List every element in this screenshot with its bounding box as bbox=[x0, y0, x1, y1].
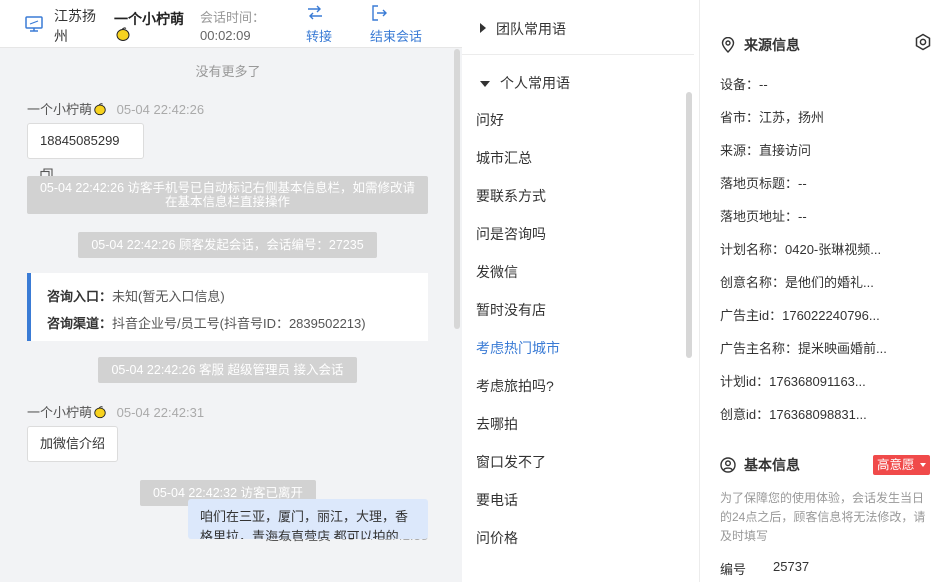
id-value: 25737 bbox=[773, 559, 810, 574]
phrase-item[interactable]: 暂时没有店 bbox=[476, 300, 546, 320]
customer-message: 18845085299 bbox=[27, 123, 144, 181]
end-session-button[interactable]: 结束会话 bbox=[370, 4, 422, 45]
user-circle-icon bbox=[720, 457, 736, 473]
session-time: 00:02:09 bbox=[200, 28, 251, 43]
caret-down-icon bbox=[920, 463, 926, 467]
message-sender: 一个小柠萌 05-04 22:42:31 bbox=[27, 402, 204, 421]
chat-panel: 江苏扬州 一个小柠萌 会话时间： 00:02:09 转接 结束会话 没有更多了 bbox=[0, 0, 462, 582]
lemon-icon bbox=[94, 103, 106, 116]
transfer-icon bbox=[308, 5, 322, 20]
message-text: 咱们在三亚，厦门，丽江，大理，香格里拉，青海有直营店,都可以拍的 bbox=[200, 509, 409, 539]
agent-message: 咱们在三亚，厦门，丽江，大理，香格里拉，青海有直营店,都可以拍的 bbox=[188, 499, 428, 539]
settings-icon[interactable] bbox=[914, 33, 932, 51]
group-label: 个人常用语 bbox=[500, 75, 570, 91]
lemon-icon bbox=[94, 406, 106, 419]
phrase-item[interactable]: 问价格 bbox=[476, 528, 518, 548]
lemon-icon bbox=[116, 27, 130, 41]
info-row: 落地页地址：-- bbox=[720, 209, 807, 224]
consult-info-card: 咨询入口：未知(暂无入口信息) 咨询渠道：抖音企业号/员工号(抖音号ID：283… bbox=[27, 273, 428, 341]
section-title-text: 来源信息 bbox=[744, 37, 800, 53]
info-row: 计划名称：0420-张琳视频... bbox=[720, 242, 882, 257]
customer-info-panel: 来源信息 设备：-- 省市：江苏，扬州 来源：直接访问 落地页标题：-- 落地页地址：-… bbox=[700, 0, 938, 582]
chat-messages[interactable]: 没有更多了 一个小柠萌 05-04 22:42:26 18845085299 0… bbox=[0, 49, 462, 582]
session-time-label: 会话时间： bbox=[200, 10, 266, 25]
phrase-item[interactable]: 发微信 bbox=[476, 262, 518, 282]
info-row: 计划id：176368091163... bbox=[720, 374, 866, 389]
info-row: 广告主id：176022240796... bbox=[720, 308, 880, 323]
phrase-item[interactable]: 问好 bbox=[476, 110, 504, 130]
basic-info-title: 基本信息 bbox=[720, 455, 800, 475]
chat-header: 江苏扬州 一个小柠萌 会话时间： 00:02:09 转接 结束会话 bbox=[0, 0, 462, 48]
info-row: 设备：-- bbox=[720, 77, 768, 92]
phrase-item[interactable]: 问是咨询吗 bbox=[476, 224, 546, 244]
message-text: 18845085299 bbox=[40, 133, 120, 148]
phrase-item[interactable]: 城市汇总 bbox=[476, 148, 532, 168]
system-message: 05-04 22:42:26 客服 超级管理员 接入会话 bbox=[98, 357, 357, 383]
info-row: 来源：直接访问 bbox=[720, 143, 812, 158]
message-text: 加微信介绍 bbox=[40, 436, 106, 451]
exit-icon bbox=[372, 5, 387, 21]
end-session-label: 结束会话 bbox=[370, 29, 423, 44]
info-row: 创意名称：是他们的婚礼... bbox=[720, 275, 874, 290]
message-time: 05-04 22:42:31 bbox=[116, 405, 205, 420]
caret-down-icon bbox=[480, 81, 490, 87]
info-row: 落地页标题：-- bbox=[720, 176, 807, 191]
phrase-item[interactable]: 要联系方式 bbox=[476, 186, 546, 206]
intent-level-dropdown[interactable]: 高意愿 bbox=[873, 455, 930, 475]
caret-right-icon bbox=[480, 23, 486, 33]
divider bbox=[462, 54, 694, 55]
phrase-item[interactable]: 要电话 bbox=[476, 490, 518, 510]
info-row: 省市：江苏，扬州 bbox=[720, 110, 825, 125]
section-title-text: 基本信息 bbox=[744, 457, 800, 473]
transfer-button[interactable]: 转接 bbox=[306, 4, 332, 45]
consult-entry-row: 咨询入口：未知(暂无入口信息) bbox=[47, 289, 225, 304]
quick-phrases-panel: 团队常用语 个人常用语 问好城市汇总要联系方式问是咨询吗发微信暂时没有店考虑热门… bbox=[462, 0, 700, 582]
consult-channel-row: 咨询渠道：抖音企业号/员工号(抖音号ID：2839502213) bbox=[47, 316, 366, 331]
personal-phrases-group[interactable]: 个人常用语 bbox=[480, 73, 570, 93]
source-info-title: 来源信息 bbox=[720, 35, 800, 55]
customer-message: 加微信介绍 bbox=[27, 426, 118, 462]
intent-level-label: 高意愿 bbox=[877, 458, 915, 472]
phrases-scrollbar[interactable] bbox=[686, 92, 692, 358]
monitor-icon bbox=[25, 16, 43, 32]
customer-location: 江苏扬州 bbox=[54, 8, 96, 44]
id-label: 编号 bbox=[720, 562, 747, 577]
message-time: 05-04 22:42:26 bbox=[116, 102, 205, 117]
team-phrases-group[interactable]: 团队常用语 bbox=[480, 19, 566, 39]
phrase-item[interactable]: 去哪拍 bbox=[476, 414, 518, 434]
phrase-item[interactable]: 窗口发不了 bbox=[476, 452, 546, 472]
sender-name: 一个小柠萌 bbox=[27, 102, 93, 117]
info-row: 广告主名称：提米映画婚前... bbox=[720, 341, 887, 356]
transfer-label: 转接 bbox=[306, 29, 333, 44]
phrase-item[interactable]: 考虑旅拍吗? bbox=[476, 376, 554, 396]
no-more-label: 没有更多了 bbox=[195, 64, 261, 79]
system-message: 05-04 22:42:26 访客手机号已自动标记右侧基本信息栏，如需修改请在基… bbox=[27, 176, 428, 214]
info-row: 创意id：176368098831... bbox=[720, 407, 867, 422]
phrase-item[interactable]: 考虑热门城市 bbox=[476, 338, 560, 358]
group-label: 团队常用语 bbox=[496, 21, 566, 37]
sender-name: 一个小柠萌 bbox=[27, 405, 93, 420]
chat-scrollbar[interactable] bbox=[454, 49, 460, 329]
location-pin-icon bbox=[721, 36, 735, 53]
edit-notice: 为了保障您的使用体验，会话发生当日的24点之后，顾客信息将无法修改，请及时填写 bbox=[720, 491, 926, 543]
message-sender: 一个小柠萌 05-04 22:42:26 bbox=[27, 99, 204, 118]
system-message: 05-04 22:42:26 顾客发起会话，会话编号：27235 bbox=[78, 232, 377, 258]
